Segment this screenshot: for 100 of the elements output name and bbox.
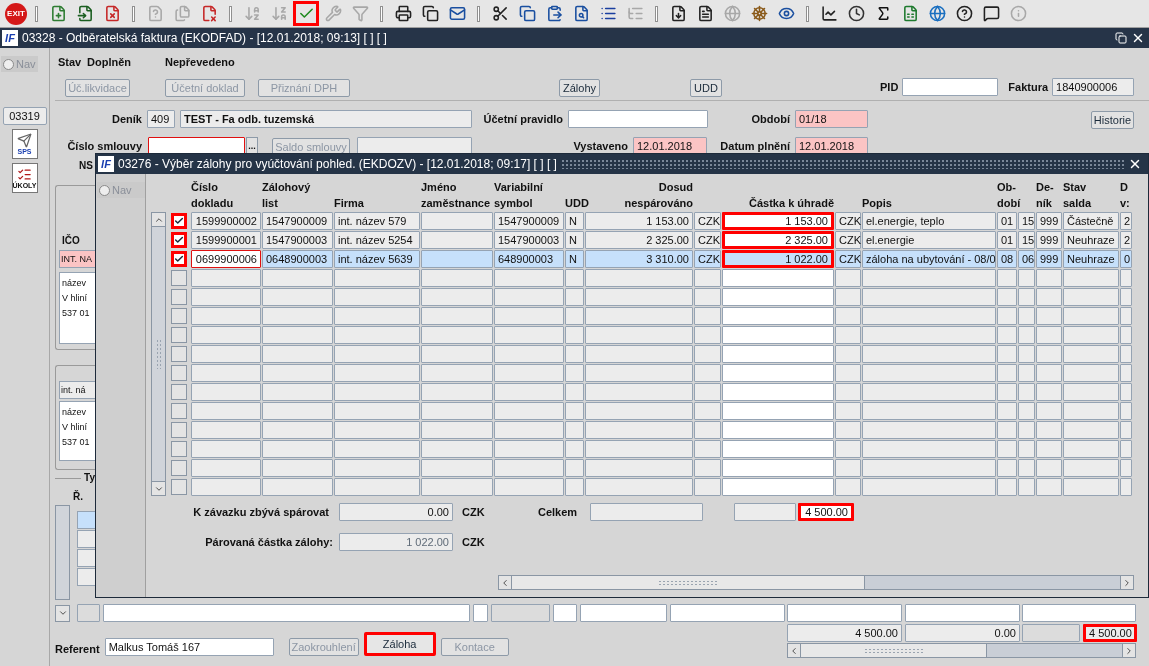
- table-cell: záloha na ubytování - 08/0: [862, 250, 996, 268]
- amount-field[interactable]: [722, 402, 834, 420]
- column-header[interactable]: D v:: [1120, 179, 1130, 211]
- amount-field[interactable]: [722, 364, 834, 382]
- column-header[interactable]: Zálohový list: [262, 179, 311, 211]
- table-cell: [835, 288, 861, 306]
- module-button[interactable]: 03319: [2, 107, 47, 125]
- table-cell: [494, 402, 564, 420]
- table-cell: [421, 212, 493, 230]
- checkbox[interactable]: [171, 213, 187, 229]
- column-header[interactable]: UDD: [565, 195, 589, 211]
- amount-field[interactable]: [722, 478, 834, 496]
- amount-field[interactable]: [722, 307, 834, 325]
- table-cell: [565, 326, 584, 344]
- table-cell: [262, 288, 333, 306]
- journal-code-field[interactable]: 409: [147, 110, 175, 128]
- checkmark-button[interactable]: [293, 1, 319, 26]
- amount-field[interactable]: 1 153.00: [722, 212, 834, 230]
- recipient-name-field[interactable]: int. ná: [59, 381, 95, 399]
- cut-icon: [491, 5, 509, 22]
- amount-field[interactable]: [722, 383, 834, 401]
- table-cell: [835, 364, 861, 382]
- column-header[interactable]: Číslo dokladu: [191, 179, 234, 211]
- paired-amount-field[interactable]: 1 022.00: [339, 533, 453, 551]
- close-icon[interactable]: [1128, 157, 1142, 171]
- checkbox[interactable]: [171, 232, 187, 248]
- scroll-down-button[interactable]: [55, 604, 70, 622]
- checkbox[interactable]: [171, 384, 187, 400]
- amount-field[interactable]: [722, 269, 834, 287]
- column-header[interactable]: Dosud nespárováno: [624, 179, 693, 211]
- form-button[interactable]: Záloha: [363, 632, 436, 656]
- column-header[interactable]: Částka k úhradě: [749, 195, 834, 211]
- address-field[interactable]: název V hliní 537 01: [59, 272, 95, 344]
- checkbox[interactable]: [171, 441, 187, 457]
- checkbox[interactable]: [171, 308, 187, 324]
- window-title: 03328 - Odběratelská faktura (EKODFAD) - [12.01.2018; 09:13] [ ] [ ]: [22, 30, 388, 47]
- checkbox[interactable]: [171, 289, 187, 305]
- close-icon[interactable]: [1131, 31, 1145, 45]
- scrollbar-thumb[interactable]: [512, 576, 865, 589]
- checkbox[interactable]: [171, 365, 187, 381]
- table-cell: 999: [1036, 250, 1062, 268]
- table-cell: [1120, 307, 1132, 325]
- checkbox[interactable]: [171, 422, 187, 438]
- file-x-icon: [200, 5, 218, 22]
- form-button[interactable]: UDD: [690, 79, 722, 97]
- column-header[interactable]: Variabilní symbol: [494, 179, 543, 211]
- table-cell: 0648900003: [262, 250, 333, 268]
- amount-field[interactable]: [722, 421, 834, 439]
- restore-icon[interactable]: [1115, 32, 1127, 44]
- checkbox[interactable]: [171, 327, 187, 343]
- amount-field[interactable]: [722, 326, 834, 344]
- table-cell: 2: [1120, 231, 1132, 249]
- table-cell: [835, 345, 861, 363]
- table-cell: [1018, 307, 1035, 325]
- checkbox[interactable]: [171, 403, 187, 419]
- pid-field[interactable]: [902, 78, 999, 96]
- period-field[interactable]: 01/18: [795, 110, 868, 128]
- checkbox[interactable]: [171, 270, 187, 286]
- amount-field[interactable]: [722, 440, 834, 458]
- horizontal-scrollbar[interactable]: [787, 643, 1136, 658]
- table-cell: [1120, 364, 1132, 382]
- vertical-scrollbar[interactable]: [55, 505, 70, 600]
- history-button[interactable]: Historie: [1091, 111, 1134, 129]
- input-field[interactable]: [734, 503, 796, 521]
- checkbox[interactable]: [171, 460, 187, 476]
- table-cell: [1018, 269, 1035, 287]
- invoice-field[interactable]: 1840900006: [1052, 78, 1135, 96]
- column-header[interactable]: Ob- dobí: [997, 179, 1021, 211]
- input-field[interactable]: [590, 503, 703, 521]
- vertical-scrollbar[interactable]: [151, 212, 166, 496]
- column-header[interactable]: Popis: [862, 195, 892, 211]
- accounting-rule-field[interactable]: [568, 110, 708, 128]
- amount-field[interactable]: [722, 288, 834, 306]
- amount-field[interactable]: 2 325.00: [722, 231, 834, 249]
- journal-name-field[interactable]: TEST - Fa odb. tuzemská: [180, 110, 472, 128]
- remaining-field[interactable]: 0.00: [339, 503, 453, 521]
- help-window-icon: [982, 5, 1000, 22]
- partner-name-field[interactable]: INT. NA: [59, 250, 95, 268]
- amount-field[interactable]: 1 022.00: [722, 250, 834, 268]
- column-header[interactable]: De- ník: [1036, 179, 1054, 211]
- form-button[interactable]: Zálohy: [559, 79, 600, 97]
- horizontal-scrollbar[interactable]: [498, 575, 1134, 590]
- column-header[interactable]: Firma: [334, 195, 364, 211]
- checkbox[interactable]: [171, 251, 187, 267]
- column-header[interactable]: Jméno zaměstnance: [421, 179, 491, 211]
- spreadsheet-icon: [901, 5, 919, 22]
- scrollbar-thumb[interactable]: [801, 644, 988, 657]
- table-cell: [1018, 383, 1035, 401]
- checkbox[interactable]: [171, 346, 187, 362]
- clock-icon: [847, 5, 865, 22]
- scroll-left-icon: [500, 577, 510, 588]
- checkbox[interactable]: [171, 479, 187, 495]
- table-cell: [1036, 345, 1062, 363]
- address-field[interactable]: název V hliní 537 01: [59, 401, 95, 461]
- amount-field[interactable]: [722, 459, 834, 477]
- amount-field[interactable]: [722, 345, 834, 363]
- exit-button[interactable]: EXIT: [4, 1, 28, 26]
- column-header[interactable]: Stav salda: [1063, 179, 1092, 211]
- referent-field[interactable]: Malkus Tomáš 167: [104, 638, 274, 656]
- table-cell: [421, 364, 493, 382]
